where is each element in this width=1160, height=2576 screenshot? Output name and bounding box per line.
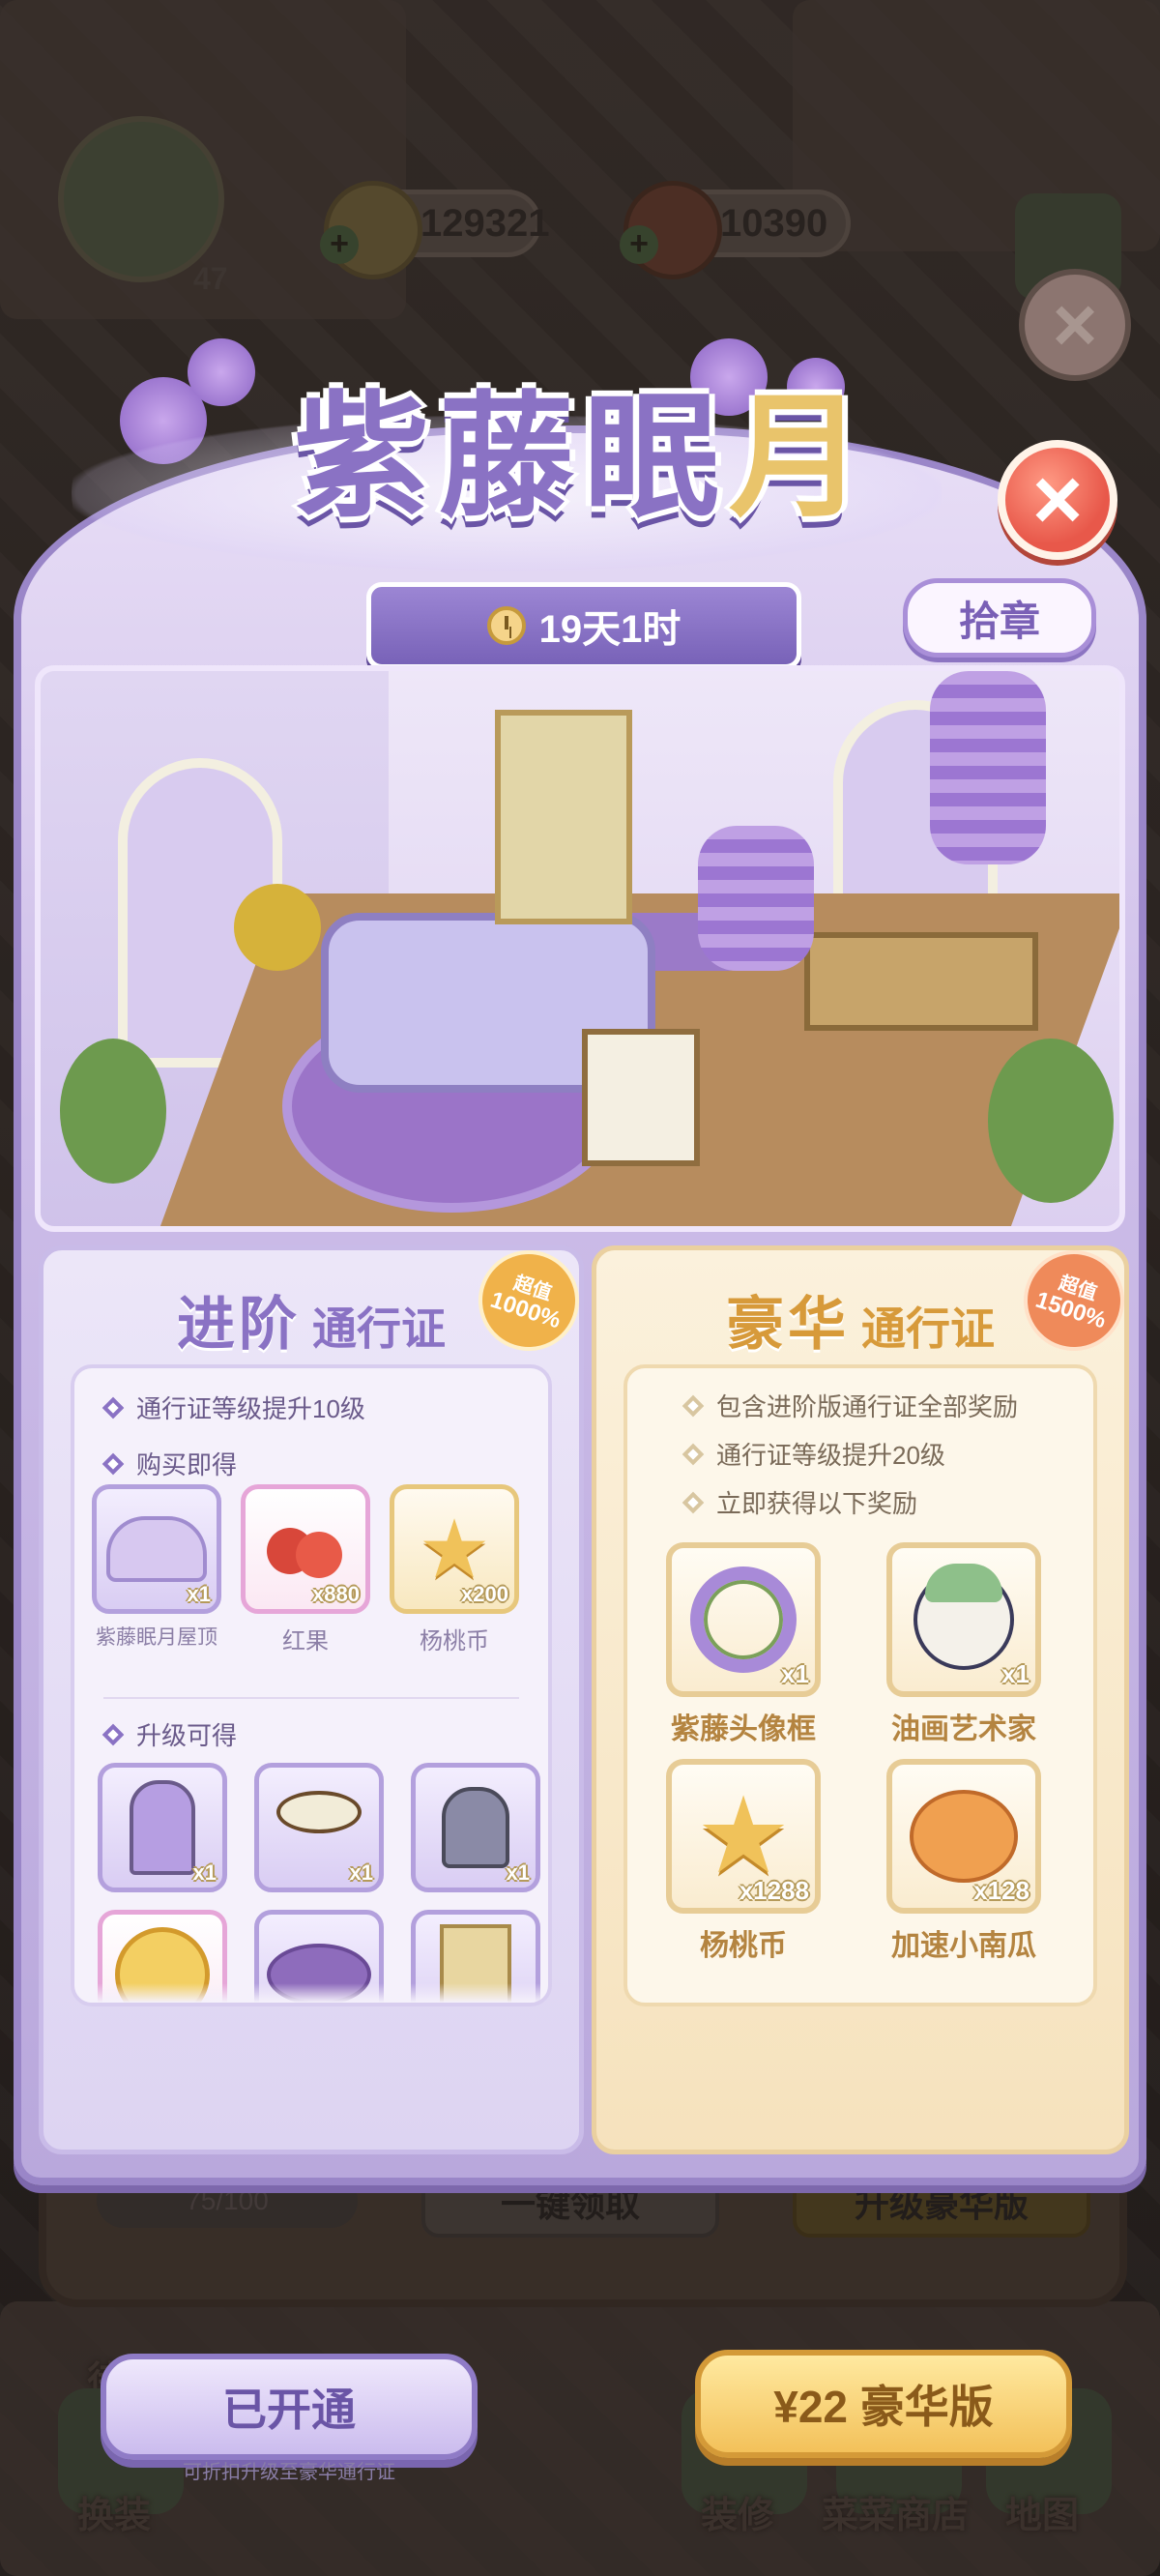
advanced-rewards-panel[interactable]: 通行证等级提升10级 购买即得 x1 紫藤眠月屋顶 x880 红果 ★ x200… — [71, 1364, 552, 2006]
item-qty: x1 — [506, 1860, 530, 1885]
perk-text: 立即获得以下奖励 — [716, 1489, 918, 1518]
plant-icon — [60, 1039, 166, 1184]
item-label: 杨桃币 — [420, 1628, 489, 1654]
item-label: 红果 — [282, 1628, 329, 1654]
star-coin-icon: ★ x200 — [390, 1484, 519, 1614]
perk-text: 通行证等级提升20级 — [716, 1441, 945, 1470]
reward-item-star-coin[interactable]: ★ x1288 杨桃币 — [666, 1759, 821, 1964]
upgrade-item[interactable]: x1 — [254, 1763, 384, 1892]
diamond-icon — [102, 1723, 125, 1745]
reward-item-star-coin[interactable]: ★ x200 杨桃币 — [390, 1484, 519, 1655]
avatar-shape — [914, 1564, 1014, 1670]
item-qty: x880 — [312, 1582, 360, 1606]
diamond-icon — [682, 1443, 705, 1465]
section-text: 购买即得 — [136, 1450, 238, 1479]
badge-button[interactable]: 拾章 — [903, 578, 1096, 658]
item-qty: x1 — [187, 1582, 211, 1606]
upgrade-item[interactable]: x1 — [411, 1763, 540, 1892]
luxury-perk: 包含进阶版通行证全部奖励 — [682, 1388, 1019, 1423]
roof-icon: x1 — [92, 1484, 221, 1614]
item-label: 油画艺术家 — [891, 1713, 1036, 1745]
pumpkin-icon: x128 — [886, 1759, 1041, 1914]
room-shelf — [495, 710, 632, 924]
item-label: 紫藤头像框 — [671, 1713, 816, 1745]
fruit-shape — [267, 1520, 344, 1578]
advanced-perk: 通行证等级提升10级 — [102, 1390, 365, 1425]
advanced-subtitle: 通行证 — [312, 1303, 446, 1354]
reward-item-avatar-frame[interactable]: x1 紫藤头像框 — [666, 1542, 821, 1747]
scroll-fade — [74, 1983, 548, 2003]
advanced-title: 进阶 — [177, 1292, 301, 1357]
divider — [103, 1697, 519, 1699]
reward-item-red-fruit[interactable]: x880 红果 — [241, 1484, 370, 1655]
upgrade-note: 可折扣升级至豪华通行证 — [183, 2462, 395, 2483]
frame-shape — [690, 1566, 797, 1673]
diamond-icon — [682, 1491, 705, 1513]
item-label: 紫藤眠月屋顶 — [96, 1626, 218, 1649]
pumpkin-shape — [910, 1790, 1018, 1883]
upgrade-item[interactable]: x1 — [98, 1763, 227, 1892]
roof-shape — [106, 1516, 207, 1582]
clock-icon — [486, 606, 526, 645]
perk-text: 通行证等级提升10级 — [136, 1394, 365, 1423]
diamond-icon — [102, 1396, 125, 1419]
event-title-text: 紫藤眠月 — [293, 378, 875, 537]
advanced-pass-card: 超值 1000% 进阶 通行证 通行证等级提升10级 购买即得 x1 紫藤眠月屋顶 — [39, 1237, 593, 2154]
timer-text: 19天1时 — [538, 608, 682, 651]
star-shape: ★ — [418, 1504, 491, 1595]
item-qty: x128 — [973, 1876, 1030, 1905]
arch-shape — [130, 1780, 195, 1875]
wisteria-icon — [930, 671, 1046, 864]
painter-avatar-icon: x1 — [886, 1542, 1041, 1697]
star-shape: ★ — [695, 1776, 792, 1895]
luxury-perk: 通行证等级提升20级 — [682, 1436, 945, 1472]
luxury-pass-title: 豪华 通行证 — [596, 1277, 1124, 1361]
luxury-subtitle: 通行证 — [861, 1303, 995, 1354]
item-qty: x1 — [192, 1860, 217, 1885]
buy-section-title: 购买即得 — [102, 1446, 238, 1481]
wisteria-arch-icon: x1 — [98, 1763, 227, 1892]
diamond-icon — [102, 1452, 125, 1475]
event-timer: 19天1时 — [366, 582, 801, 669]
room-preview — [35, 665, 1125, 1232]
luxury-title: 豪华 — [726, 1292, 850, 1357]
table-shape — [276, 1791, 362, 1833]
luxury-rewards-panel: 包含进阶版通行证全部奖励 通行证等级提升20级 立即获得以下奖励 x1 紫藤头像… — [624, 1364, 1097, 2006]
red-fruit-icon: x880 — [241, 1484, 370, 1614]
room-desk — [804, 932, 1038, 1031]
buy-luxury-button[interactable]: ¥22 豪华版 — [695, 2350, 1072, 2458]
item-qty: x1 — [349, 1860, 373, 1885]
close-icon[interactable]: × — [998, 440, 1117, 560]
item-label: 杨桃币 — [700, 1930, 787, 1962]
sunflower-icon — [234, 884, 321, 971]
item-qty: x200 — [461, 1582, 508, 1606]
cage-shape — [442, 1787, 509, 1868]
item-qty: x1 — [781, 1659, 809, 1688]
star-coin-icon: ★ x1288 — [666, 1759, 821, 1914]
battle-pass-modal: 紫藤眠月 19天1时 拾章 × 超值 1000% 进阶 通行证 通行证等级提升1… — [14, 329, 1146, 2483]
advanced-pass-title: 进阶 通行证 — [44, 1277, 579, 1361]
wisteria-frame-icon: x1 — [666, 1542, 821, 1697]
wisteria-icon — [698, 826, 814, 971]
plant-icon — [988, 1039, 1114, 1203]
event-title: 紫藤眠月 — [236, 348, 932, 571]
diamond-icon — [682, 1394, 705, 1417]
birdcage-lamp-icon: x1 — [411, 1763, 540, 1892]
reward-item-painter-outfit[interactable]: x1 油画艺术家 — [886, 1542, 1041, 1747]
perk-text: 包含进阶版通行证全部奖励 — [716, 1392, 1019, 1421]
item-qty: x1288 — [739, 1876, 809, 1905]
item-qty: x1 — [1001, 1659, 1030, 1688]
reward-item-pumpkin[interactable]: x128 加速小南瓜 — [886, 1759, 1041, 1964]
item-label: 加速小南瓜 — [891, 1930, 1036, 1962]
advanced-activated-button[interactable]: 已开通 — [101, 2354, 478, 2460]
section-text: 升级可得 — [136, 1721, 238, 1750]
luxury-pass-card: 超值 1500% 豪华 通行证 包含进阶版通行证全部奖励 通行证等级提升20级 立… — [592, 1237, 1138, 2154]
reward-item-roof[interactable]: x1 紫藤眠月屋顶 — [92, 1484, 221, 1651]
upgrade-section-title: 升级可得 — [102, 1716, 238, 1752]
round-table-icon: x1 — [254, 1763, 384, 1892]
luxury-perk: 立即获得以下奖励 — [682, 1484, 918, 1520]
room-easel — [582, 1029, 700, 1166]
